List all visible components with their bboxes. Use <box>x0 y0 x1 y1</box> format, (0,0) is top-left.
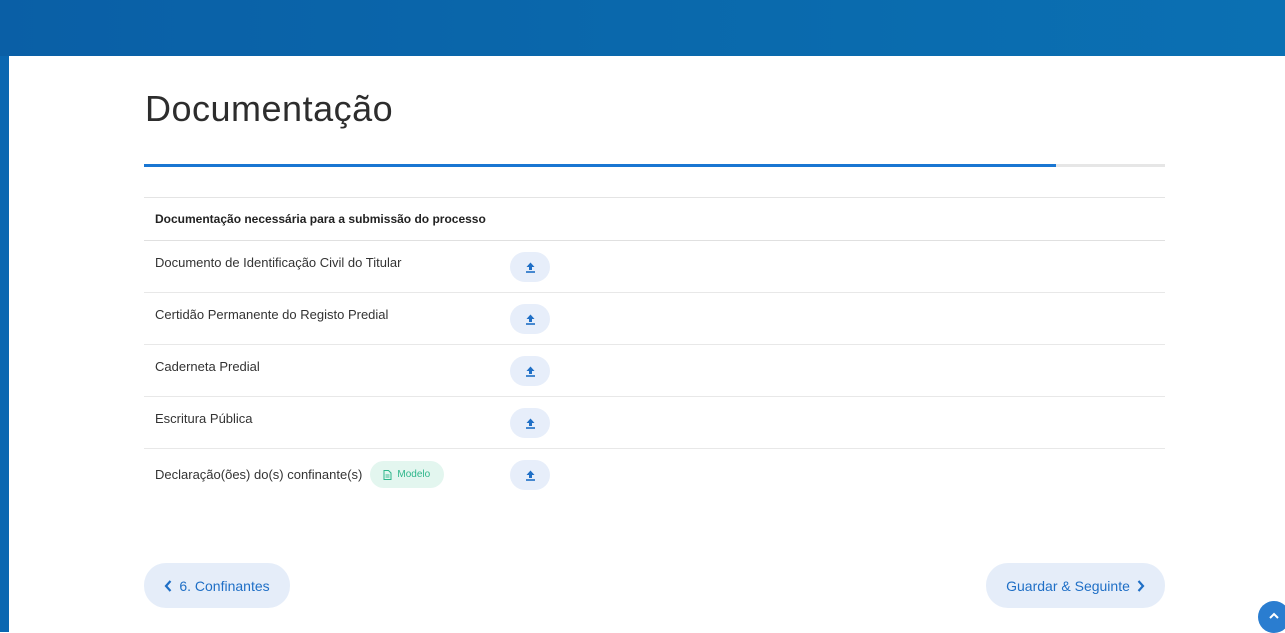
upload-button[interactable] <box>510 252 550 282</box>
chevron-left-icon <box>164 579 172 592</box>
document-label: Documento de Identificação Civil do Titu… <box>155 255 402 270</box>
progress-bar <box>144 164 1165 167</box>
previous-step-button[interactable]: 6. Confinantes <box>144 563 290 608</box>
document-row: Caderneta Predial <box>144 345 1165 397</box>
upload-icon <box>525 470 535 481</box>
document-label: Escritura Pública <box>155 411 253 426</box>
upload-button[interactable] <box>510 304 550 334</box>
document-label: Caderneta Predial <box>155 359 260 374</box>
documents-table-header: Documentação necessária para a submissão… <box>144 198 1165 241</box>
model-badge-label: Modelo <box>397 469 431 480</box>
document-label: Declaração(ões) do(s) confinante(s) <box>155 467 363 482</box>
save-and-next-button[interactable]: Guardar & Seguinte <box>986 563 1165 608</box>
save-and-next-label: Guardar & Seguinte <box>1006 577 1130 594</box>
upload-icon <box>525 418 535 429</box>
progress-fill <box>144 164 1056 167</box>
left-rail <box>0 0 9 632</box>
model-download-link[interactable]: Modelo <box>370 461 445 488</box>
document-label-group: Declaração(ões) do(s) confinante(s) Mode… <box>155 461 445 488</box>
scroll-to-top-button[interactable] <box>1258 601 1285 633</box>
document-icon <box>383 469 392 480</box>
upload-icon <box>525 366 535 377</box>
upload-button[interactable] <box>510 356 550 386</box>
page-title: Documentação <box>145 88 394 129</box>
upload-icon <box>525 262 535 273</box>
chevron-up-icon <box>1269 612 1279 619</box>
document-row: Declaração(ões) do(s) confinante(s) Mode… <box>144 449 1165 500</box>
document-label: Certidão Permanente do Registo Predial <box>155 307 389 322</box>
previous-step-label: 6. Confinantes <box>179 577 270 594</box>
document-row: Escritura Pública <box>144 397 1165 449</box>
document-row: Documento de Identificação Civil do Titu… <box>144 241 1165 293</box>
top-header-bar <box>0 0 1285 56</box>
chevron-right-icon <box>1137 579 1145 592</box>
document-row: Certidão Permanente do Registo Predial <box>144 293 1165 345</box>
upload-button[interactable] <box>510 408 550 438</box>
documents-table: Documentação necessária para a submissão… <box>144 197 1165 500</box>
upload-button[interactable] <box>510 460 550 490</box>
upload-icon <box>525 314 535 325</box>
